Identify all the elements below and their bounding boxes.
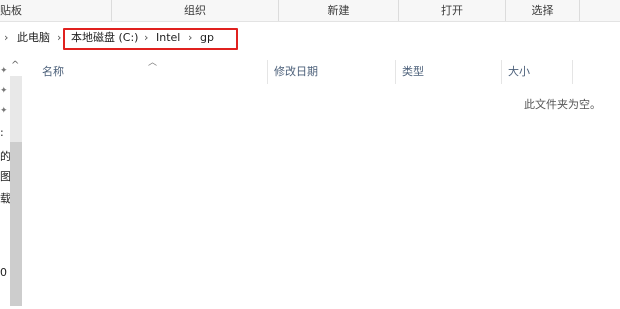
column-header-date-modified[interactable]: 修改日期 (268, 60, 396, 84)
scroll-up-icon[interactable]: ^ (11, 60, 19, 71)
column-header-size[interactable]: 大小 (502, 60, 573, 84)
column-header-type[interactable]: 类型 (396, 60, 502, 84)
ribbon-group-clipboard[interactable]: 贴板 (0, 0, 112, 21)
pin-icon: ✦ (0, 106, 8, 116)
ribbon-group-open[interactable]: 打开 (399, 0, 506, 21)
nav-item[interactable]: : (0, 126, 4, 139)
ribbon-group-new[interactable]: 新建 (279, 0, 399, 21)
highlight-box (63, 28, 238, 50)
ribbon-group-select[interactable]: 选择 (506, 0, 580, 21)
pin-icon: ✦ (0, 86, 8, 96)
nav-scrollbar-thumb[interactable] (10, 142, 22, 306)
ribbon: 贴板 组织 新建 打开 选择 (0, 0, 620, 22)
pin-icon: ✦ (0, 66, 8, 76)
chevron-right-icon[interactable]: › (4, 26, 8, 50)
breadcrumb-this-pc[interactable]: 此电脑 (17, 26, 50, 50)
chevron-right-icon[interactable]: › (57, 26, 61, 50)
nav-item[interactable]: 0 (0, 266, 7, 279)
empty-folder-message: 此文件夹为空。 (524, 98, 601, 111)
column-header-name[interactable]: 名称 (36, 60, 268, 84)
ribbon-group-organize[interactable]: 组织 (112, 0, 279, 21)
